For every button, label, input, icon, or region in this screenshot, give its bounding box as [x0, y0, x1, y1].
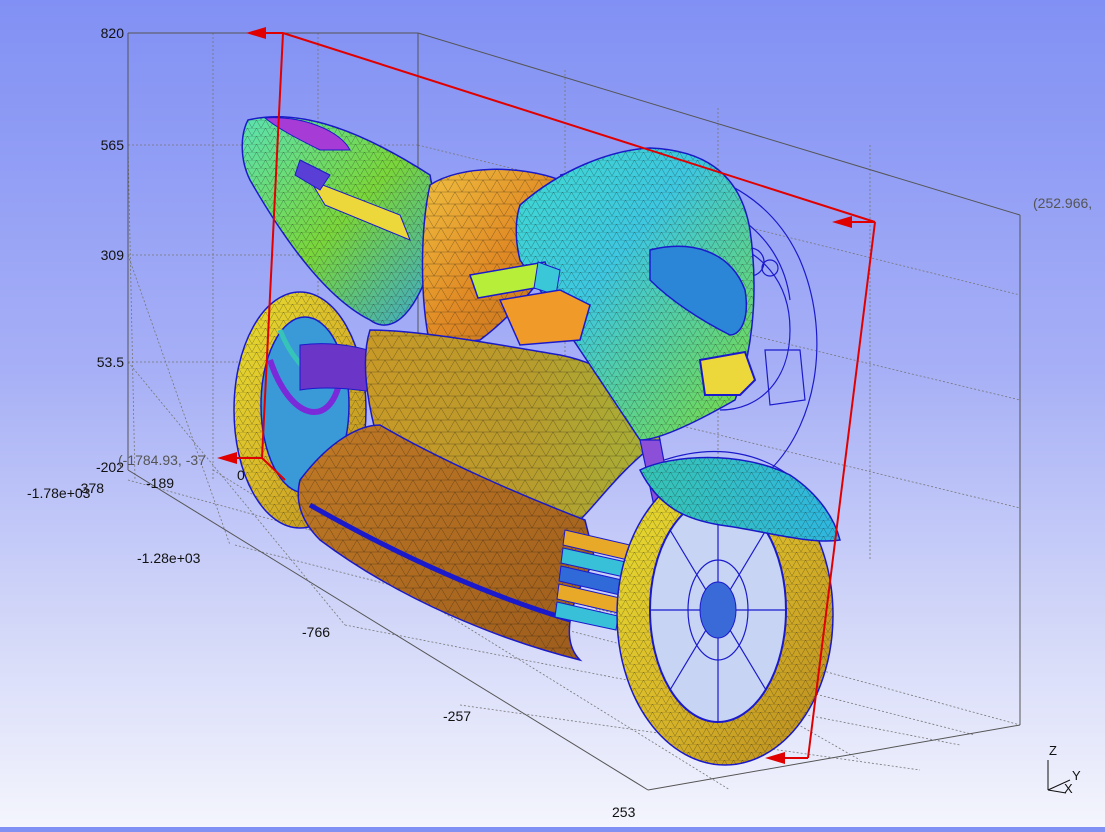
x-tick: -378	[76, 480, 104, 496]
headlight	[698, 350, 757, 396]
orientation-triad: Z Y X	[1047, 743, 1081, 796]
triad-z-label: Z	[1049, 743, 1057, 758]
clip-handle-top	[246, 27, 266, 39]
z-axis-ticks: 820 565 309 53.5 -202	[96, 25, 124, 475]
x-tick: -189	[146, 475, 174, 491]
z-tick: 820	[101, 25, 125, 41]
y-tick: -257	[443, 708, 471, 724]
x-tick: 0	[237, 467, 245, 483]
z-tick: 565	[101, 137, 125, 153]
triad-y-label: Y	[1072, 768, 1081, 783]
clip-handle-left	[217, 452, 237, 464]
bbox-max-corner-label: (252.966,	[1033, 195, 1092, 211]
triad-x-label: X	[1064, 781, 1073, 796]
y-tick: -1.28e+03	[137, 550, 201, 566]
clip-handle-right	[832, 216, 852, 228]
y-tick: 253	[612, 804, 636, 820]
z-tick: 53.5	[97, 354, 124, 370]
viewport-canvas[interactable]: 820 565 309 53.5 -202 -1.78e+03 -1.28e+0…	[0, 0, 1105, 827]
clip-handle-bottom	[765, 752, 785, 764]
bbox-min-corner-label: (-1784.93, -37	[118, 452, 206, 468]
y-tick: -766	[302, 624, 330, 640]
z-tick: 309	[101, 247, 125, 263]
3d-viewport[interactable]: 820 565 309 53.5 -202 -1.78e+03 -1.28e+0…	[0, 0, 1105, 827]
motorcycle-model[interactable]	[233, 116, 841, 766]
